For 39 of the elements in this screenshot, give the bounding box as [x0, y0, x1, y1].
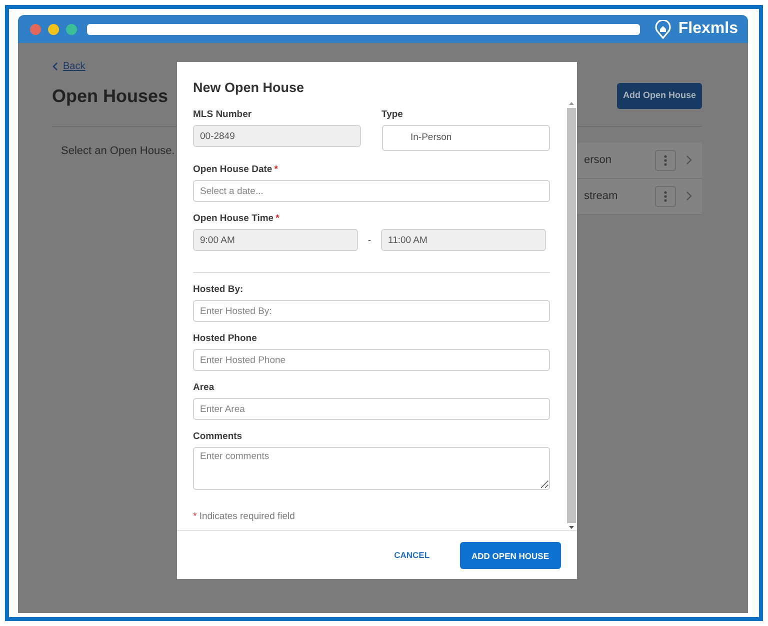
- type-select[interactable]: In-Person: [382, 125, 550, 152]
- more-button[interactable]: [655, 186, 676, 206]
- text-field[interactable]: Select a date...: [193, 180, 550, 202]
- kebab-icon: [664, 154, 667, 166]
- modal-title: New Open House: [193, 80, 304, 95]
- house-pin-icon: [655, 20, 672, 38]
- minimize-dot[interactable]: [48, 24, 59, 34]
- row-label: stream: [584, 188, 619, 204]
- range-separator: -: [368, 234, 371, 246]
- field-label: Area: [193, 382, 216, 394]
- brand-name: Flexmls: [678, 19, 738, 39]
- field-label: Hosted By:: [193, 284, 244, 296]
- comments-field[interactable]: Enter comments: [193, 447, 550, 490]
- kebab-icon: [664, 190, 667, 202]
- maximize-dot[interactable]: [66, 24, 77, 34]
- row-label: erson: [584, 152, 613, 168]
- text-field[interactable]: Enter Hosted Phone: [193, 349, 550, 372]
- text-field[interactable]: Enter Area: [193, 398, 550, 420]
- scroll-down-icon[interactable]: [568, 525, 575, 530]
- field-label: MLS Number: [193, 109, 253, 122]
- field-label: Type: [382, 109, 404, 122]
- field-label: Open House Time *: [193, 213, 280, 226]
- cancel-button[interactable]: CANCEL: [382, 544, 442, 566]
- scrollbar[interactable]: [566, 101, 577, 530]
- add-open-house-button[interactable]: Add Open House: [616, 83, 702, 109]
- text-field[interactable]: Enter Hosted By:: [193, 300, 550, 322]
- address-bar[interactable]: [87, 24, 640, 34]
- field-label: Hosted Phone: [193, 333, 258, 346]
- chevron-right-icon: [686, 155, 692, 165]
- add-open-house-button[interactable]: ADD OPEN HOUSE: [460, 542, 561, 568]
- more-button[interactable]: [655, 150, 676, 170]
- field-label: Comments: [193, 431, 244, 444]
- required-note: * Indicates required field: [193, 510, 296, 524]
- close-dot[interactable]: [30, 24, 41, 34]
- chevron-right-icon: [686, 191, 692, 201]
- page-title: Open Houses: [52, 84, 168, 108]
- chevron-left-icon: [52, 62, 58, 71]
- field-label: Open House Date *: [193, 164, 279, 176]
- empty-message: Select an Open House.: [61, 144, 175, 156]
